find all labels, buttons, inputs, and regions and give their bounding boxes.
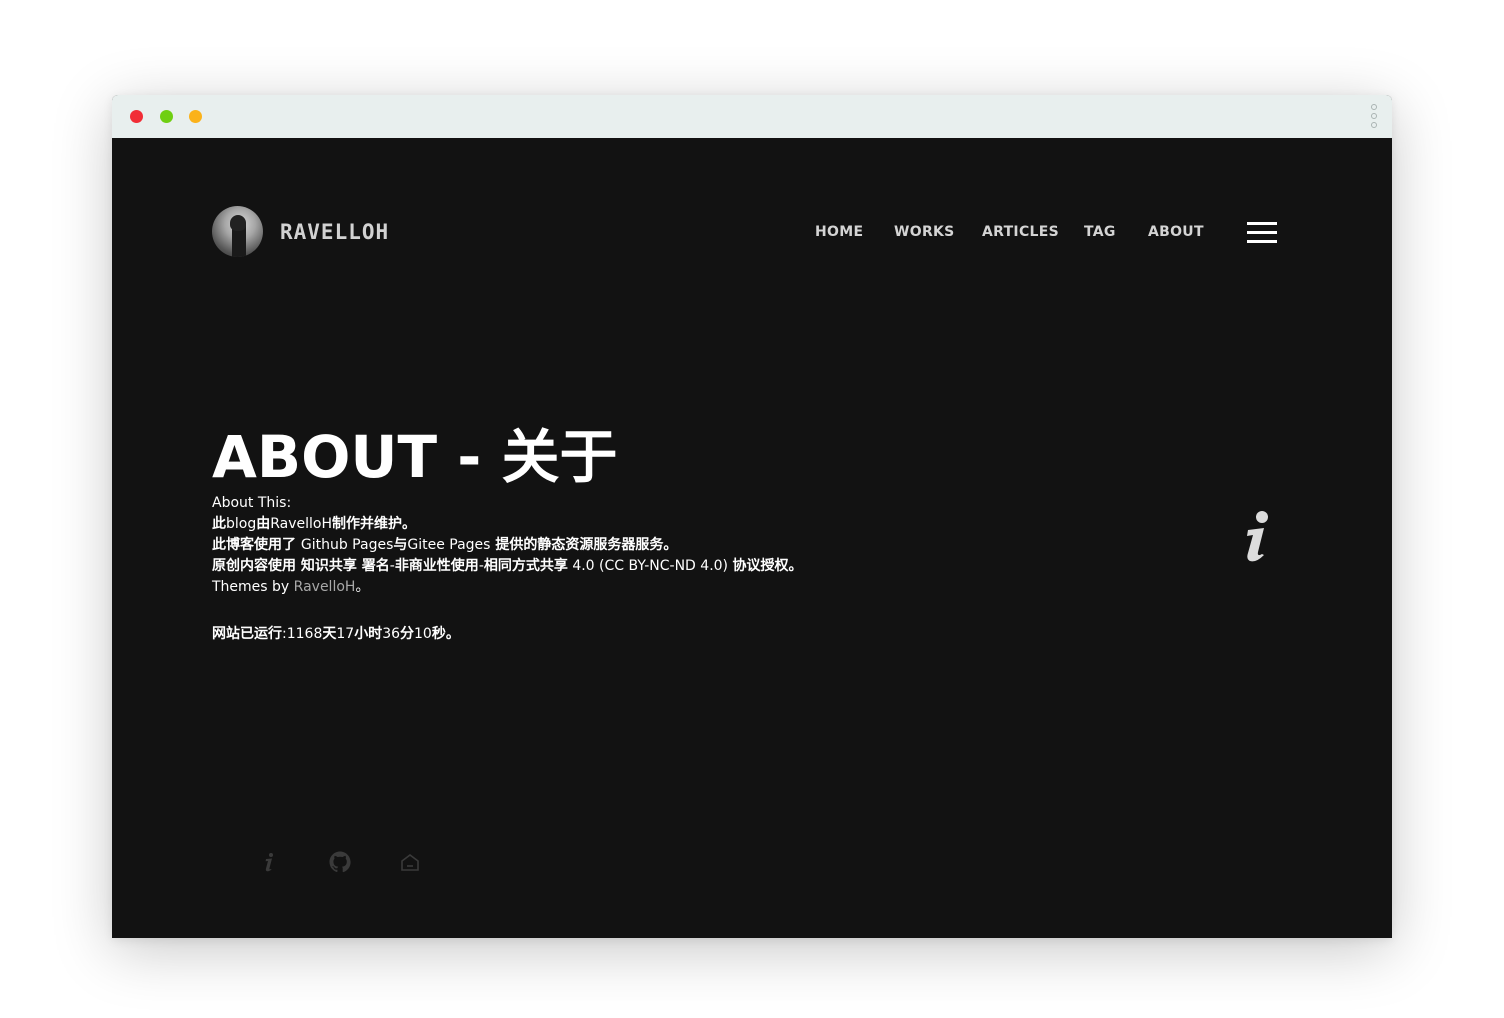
uptime-counter: 网站已运行:1168天17小时36分10秒。 bbox=[212, 626, 460, 642]
minimize-window-button[interactable] bbox=[189, 110, 202, 123]
theme-author-link[interactable]: RavelloH bbox=[294, 579, 356, 595]
close-window-button[interactable] bbox=[130, 110, 143, 123]
nav-articles[interactable]: ARTICLES bbox=[982, 224, 1059, 240]
about-line-maintainer: 此blog由RavelloH制作并维护。 bbox=[212, 516, 417, 532]
avatar[interactable] bbox=[212, 206, 263, 257]
nav-tag[interactable]: TAG bbox=[1084, 224, 1116, 240]
window-menu-icon[interactable] bbox=[1370, 104, 1378, 130]
maximize-window-button[interactable] bbox=[160, 110, 173, 123]
window-titlebar bbox=[112, 95, 1392, 139]
info-icon[interactable] bbox=[257, 850, 281, 874]
browser-window: RAVELLOH HOME WORKS ARTICLES TAG ABOUT A… bbox=[112, 95, 1392, 938]
page-title: ABOUT - 关于 bbox=[212, 423, 618, 491]
home-icon[interactable] bbox=[398, 850, 422, 874]
about-text: About This: 此blog由RavelloH制作并维护。 此博客使用了 … bbox=[212, 493, 802, 645]
page-content: RAVELLOH HOME WORKS ARTICLES TAG ABOUT A… bbox=[112, 138, 1392, 938]
about-label: About This: bbox=[212, 495, 292, 511]
site-logo-text[interactable]: RAVELLOH bbox=[280, 220, 389, 244]
about-line-theme: Themes by RavelloH。 bbox=[212, 579, 370, 595]
about-line-license: 原创内容使用 知识共享 署名-非商业性使用-相同方式共享 4.0 (CC BY-… bbox=[212, 558, 803, 574]
github-icon[interactable] bbox=[328, 850, 352, 874]
hamburger-menu-icon[interactable] bbox=[1247, 222, 1277, 244]
nav-works[interactable]: WORKS bbox=[894, 224, 955, 240]
info-icon bbox=[1242, 510, 1272, 566]
nav-home[interactable]: HOME bbox=[815, 224, 863, 240]
nav-about[interactable]: ABOUT bbox=[1148, 224, 1204, 240]
about-line-hosting: 此博客使用了 Github Pages与Gitee Pages 提供的静态资源服… bbox=[212, 537, 678, 553]
